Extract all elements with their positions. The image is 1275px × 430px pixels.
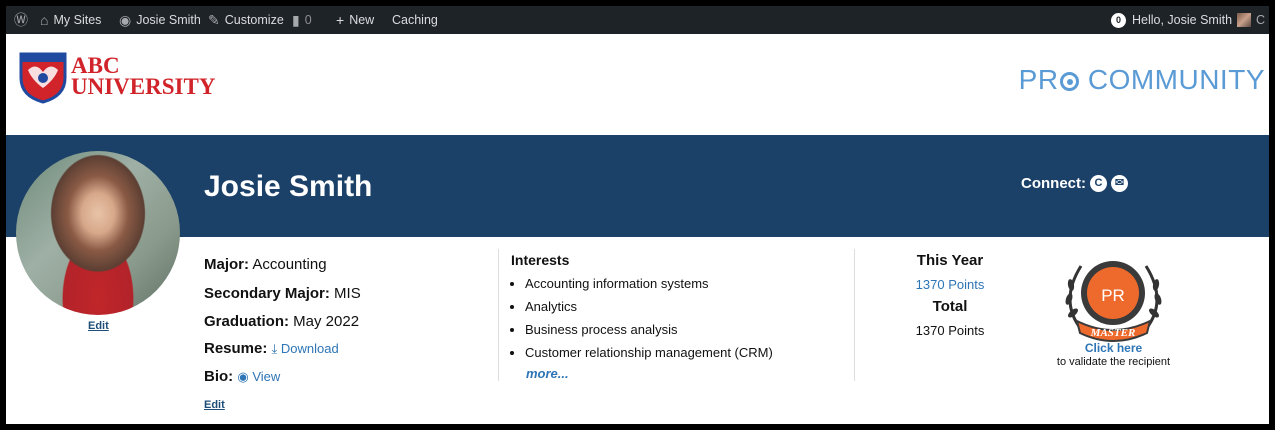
university-name: ABC UNIVERSITY — [71, 53, 216, 99]
resume-row: Resume: ⤓ Download — [204, 340, 339, 357]
account-menu[interactable]: Hello, Josie Smith C — [1132, 6, 1265, 34]
interest-item: Accounting information systems — [525, 276, 773, 291]
comments-link[interactable]: ▮ 0 — [292, 6, 312, 34]
badge-pro-text: PR — [1101, 286, 1125, 305]
resume-download-link[interactable]: ⤓ Download — [272, 341, 339, 356]
logo-line2: UNIVERSITY — [71, 74, 216, 99]
interests-list: Accounting information systems Analytics… — [511, 276, 773, 368]
total-points: 1370 Points — [915, 323, 985, 338]
bio-label: Bio: — [204, 368, 234, 385]
connect-label: Connect: — [1021, 175, 1086, 192]
community-connect-icon[interactable]: C — [1090, 175, 1107, 192]
sites-icon: ⌂ — [40, 12, 49, 28]
resume-label: Resume: — [204, 340, 268, 357]
validate-caption: to validate the recipient — [1056, 356, 1171, 368]
crest-icon — [19, 52, 67, 104]
badge-ribbon-text: MASTER — [1090, 327, 1136, 339]
graduation-label: Graduation: — [204, 313, 289, 330]
secondary-major-label: Secondary Major: — [204, 285, 330, 302]
view-label: View — [252, 369, 281, 384]
plus-icon: + — [336, 12, 345, 28]
account-avatar — [1237, 13, 1252, 27]
dashboard-icon: ◉ — [119, 12, 132, 28]
download-label: Download — [280, 341, 339, 356]
wordpress-logo-icon[interactable]: Ⓦ — [14, 6, 28, 34]
major-value: Accounting — [252, 256, 327, 273]
my-sites-menu[interactable]: ⌂ My Sites — [40, 6, 101, 34]
pro-master-badge[interactable]: PR MASTER — [1051, 251, 1176, 351]
new-content-menu[interactable]: + New — [336, 6, 374, 34]
brand-o-icon — [1059, 72, 1079, 91]
major-label: Major: — [204, 256, 249, 273]
validate-click-link[interactable]: Click here — [1026, 341, 1201, 355]
avatar-edit-link[interactable]: Edit — [88, 320, 109, 332]
secondary-major-value: MIS — [334, 285, 361, 302]
this-year-points[interactable]: 1370 Points — [890, 277, 1010, 292]
secondary-major-row: Secondary Major: MIS — [204, 285, 361, 302]
divider-left — [498, 249, 499, 381]
comments-count: 0 — [304, 13, 312, 27]
my-sites-label: My Sites — [53, 13, 102, 27]
brand-pre: PR — [1018, 64, 1059, 95]
new-label: New — [349, 13, 375, 27]
brush-icon: ✎ — [208, 12, 220, 28]
notifications[interactable]: 0 — [1111, 6, 1126, 34]
bio-row: Bio: ◉ View — [204, 368, 280, 385]
graduation-row: Graduation: May 2022 — [204, 313, 359, 330]
profile-avatar — [16, 151, 180, 315]
admin-bar: Ⓦ ⌂ My Sites ◉ Josie Smith ✎ Customize ▮… — [6, 6, 1269, 34]
profile-banner: Josie Smith Connect: C ✉ — [6, 135, 1269, 237]
site-name-label: Josie Smith — [136, 13, 201, 27]
this-year-label: This Year — [916, 252, 984, 269]
details-edit-link[interactable]: Edit — [204, 399, 225, 411]
university-logo[interactable]: ABC UNIVERSITY — [18, 48, 215, 104]
interest-item: Customer relationship management (CRM) — [525, 345, 773, 360]
master-badge-icon: PR MASTER — [1065, 261, 1162, 342]
site-name-menu[interactable]: ◉ Josie Smith — [119, 6, 201, 34]
notification-badge: 0 — [1111, 12, 1126, 28]
interests-title: Interests — [511, 252, 570, 268]
interest-item: Analytics — [525, 299, 773, 314]
profile-name: Josie Smith — [204, 170, 373, 203]
download-icon: ⤓ — [271, 341, 278, 356]
graduation-value: May 2022 — [293, 313, 360, 330]
customize-link[interactable]: ✎ Customize — [208, 6, 284, 34]
pro-community-logo[interactable]: PR COMMUNITY — [1019, 64, 1265, 96]
bio-view-link[interactable]: ◉ View — [237, 369, 280, 384]
interest-item: Business process analysis — [525, 322, 773, 337]
email-icon[interactable]: ✉ — [1111, 175, 1128, 192]
customize-label: Customize — [224, 13, 284, 27]
interests-more-link[interactable]: more... — [526, 366, 569, 381]
total-label: Total — [932, 298, 968, 315]
overflow-icon: C — [1256, 13, 1266, 27]
major-row: Major: Accounting — [204, 256, 327, 273]
caching-label: Caching — [392, 13, 438, 27]
comment-icon: ▮ — [292, 12, 300, 28]
connect-section: Connect: C ✉ — [1021, 175, 1128, 192]
divider-right — [854, 249, 855, 381]
greeting-label: Hello, Josie Smith — [1132, 13, 1233, 27]
logo-line1: ABC — [71, 53, 120, 78]
caching-menu[interactable]: Caching — [392, 6, 438, 34]
page-frame: Ⓦ ⌂ My Sites ◉ Josie Smith ✎ Customize ▮… — [6, 6, 1269, 424]
brand-post: COMMUNITY — [1079, 64, 1265, 95]
eye-icon: ◉ — [237, 369, 249, 384]
